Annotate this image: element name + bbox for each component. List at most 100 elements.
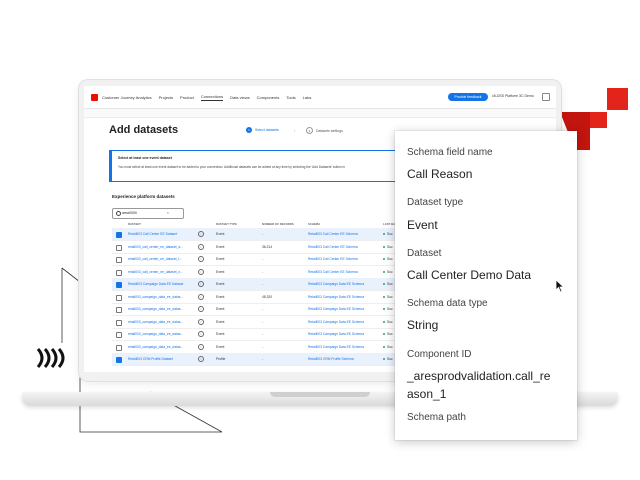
record-count: -: [262, 357, 264, 361]
schema-link[interactable]: Retail003 Campaign Data EE Schema: [308, 345, 364, 349]
dataset-name-link[interactable]: retail003_call_center_ee_dataset_n...: [128, 270, 183, 274]
info-banner: Select at least one event dataset You mu…: [109, 150, 413, 182]
row-checkbox[interactable]: [116, 344, 122, 351]
status-text: Suc: [387, 294, 393, 299]
info-icon[interactable]: i: [198, 293, 204, 300]
column-header[interactable]: DATASET: [128, 222, 141, 226]
dataset-name-link[interactable]: retail003_campaign_data_ee_datas...: [128, 295, 183, 299]
info-icon[interactable]: i: [198, 281, 204, 287]
status-dot: [383, 333, 385, 335]
status-text: Suc: [387, 232, 393, 236]
laptop-hinge: [270, 392, 370, 397]
dataset-type: Event: [216, 332, 225, 336]
nav-item-product[interactable]: Product: [180, 95, 194, 100]
schema-link[interactable]: Retail003 Call Center EE Schema: [308, 270, 358, 274]
page-title: Add datasets: [109, 124, 179, 136]
help-icon[interactable]: [542, 93, 550, 101]
org-switcher[interactable]: c5-DSS Platform 3C Demo: [492, 94, 534, 98]
info-icon[interactable]: i: [198, 343, 204, 350]
clear-icon[interactable]: ×: [167, 210, 169, 215]
schema-link[interactable]: Retail003 Call Center EE Schema: [308, 245, 358, 249]
nav-item-connections[interactable]: Connections: [200, 94, 224, 101]
schema-link[interactable]: Retail003 Campaign Data EE Schema: [308, 332, 364, 336]
dataset-type: Profile: [216, 357, 226, 361]
info-icon[interactable]: i: [198, 318, 204, 325]
info-icon[interactable]: i: [198, 268, 204, 275]
row-checkbox[interactable]: [116, 294, 122, 301]
column-header[interactable]: NUMBER OF RECORDS: [262, 222, 294, 226]
status-text: Suc: [387, 244, 393, 249]
nav-item-tools[interactable]: Tools: [286, 95, 295, 100]
info-icon[interactable]: i: [198, 243, 204, 250]
info-banner-text: You must select at least one event datas…: [118, 165, 346, 169]
status-text: Suc: [387, 257, 393, 261]
column-header[interactable]: SCHEMA: [308, 222, 320, 226]
record-count: -: [262, 269, 264, 274]
schema-link[interactable]: Retail003 Call Center EE Schema: [308, 257, 358, 261]
column-header[interactable]: LAST BA: [383, 222, 395, 226]
row-checkbox[interactable]: [116, 319, 122, 326]
dataset-name-link[interactable]: Retail003 Campaign Data EE Dataset: [128, 282, 183, 286]
info-icon[interactable]: i: [198, 231, 204, 237]
schema-link[interactable]: Retail003 Campaign Data EE Schema: [308, 295, 364, 299]
dataset-type-value: Event: [407, 218, 438, 232]
dataset-name-link[interactable]: retail003_campaign_data_ee_datas...: [128, 320, 183, 324]
schema-link[interactable]: Retail003 Campaign Data EE Schema: [308, 320, 364, 324]
schema-link[interactable]: Retail003 Campaign Data EE Schema: [308, 282, 364, 286]
info-icon[interactable]: i: [198, 306, 204, 312]
schema-link[interactable]: Retail003 CRM Profile Schema: [308, 357, 354, 361]
nav-item-projects[interactable]: Projects: [159, 95, 173, 100]
row-checkbox[interactable]: [116, 357, 122, 363]
dataset-type: Event: [216, 232, 225, 236]
row-checkbox[interactable]: [116, 332, 122, 338]
nav-item-components[interactable]: Components: [257, 95, 280, 100]
dataset-name-link[interactable]: retail003_campaign_data_ee_datas...: [128, 345, 183, 349]
dataset-type: Event: [216, 307, 225, 311]
dataset-name-link[interactable]: retail003_campaign_data_ee_datas...: [128, 307, 183, 311]
dataset-name-link[interactable]: Retail003 CRM Profile Dataset: [128, 357, 173, 361]
status-text: Suc: [387, 357, 393, 361]
provide-feedback-button[interactable]: Provide feedback: [448, 93, 488, 101]
row-checkbox[interactable]: [116, 269, 122, 276]
record-count: -: [262, 307, 264, 311]
adobe-logo-icon[interactable]: [91, 93, 98, 101]
row-checkbox[interactable]: [116, 232, 122, 238]
dataset-name-link[interactable]: retail003_campaign_data_ee_datas...: [128, 332, 183, 336]
app-title[interactable]: Customer Journey Analytics: [102, 95, 152, 100]
status-dot: [383, 258, 385, 260]
status-text: Suc: [387, 332, 393, 336]
component-details-popover: Schema field name Call Reason Dataset ty…: [395, 131, 577, 440]
section-title: Experience platform datasets: [112, 194, 175, 199]
nav-item-data-views[interactable]: Data views: [230, 95, 250, 100]
status-text: Suc: [387, 282, 393, 286]
info-icon[interactable]: i: [198, 256, 204, 262]
column-header[interactable]: DATASET TYPE: [216, 222, 237, 226]
row-checkbox[interactable]: [116, 307, 122, 313]
status-text: Suc: [387, 307, 393, 311]
schema-link[interactable]: Retail003 Call Center EE Schema: [308, 232, 358, 236]
schema-link[interactable]: Retail003 Campaign Data EE Schema: [308, 307, 364, 311]
dataset-name-link[interactable]: retail003_call_center_ee_dataset_t...: [128, 257, 182, 261]
nav-item-labs[interactable]: Labs: [303, 95, 312, 100]
status-dot: [383, 283, 385, 285]
top-navigation: Customer Journey Analytics Projects Prod…: [84, 86, 556, 109]
status-text: Suc: [387, 319, 393, 324]
row-checkbox[interactable]: [116, 244, 122, 251]
mouse-cursor-icon: [555, 279, 565, 293]
info-icon[interactable]: i: [198, 356, 204, 362]
step-select-datasets[interactable]: 1 Select datasets: [246, 127, 279, 133]
step-datasets-settings[interactable]: 2 Datasets settings: [306, 127, 343, 134]
dataset-name-link[interactable]: Retail003 Call Center EE Dataset: [128, 232, 177, 236]
row-checkbox[interactable]: [116, 257, 122, 263]
dataset-search-input[interactable]: area0000 ×: [112, 208, 184, 219]
dataset-label: Dataset: [407, 248, 442, 259]
info-banner-title: Select at least one event dataset: [118, 156, 172, 160]
dataset-type: Event: [216, 282, 225, 286]
dataset-type: Event: [216, 244, 225, 249]
dataset-type: Event: [216, 257, 225, 261]
info-icon[interactable]: i: [198, 331, 204, 337]
dataset-type-label: Dataset type: [407, 197, 464, 208]
row-checkbox[interactable]: [116, 282, 122, 288]
dataset-name-link[interactable]: retail003_call_center_ee_dataset_a...: [128, 245, 183, 249]
record-count: -: [262, 319, 264, 324]
